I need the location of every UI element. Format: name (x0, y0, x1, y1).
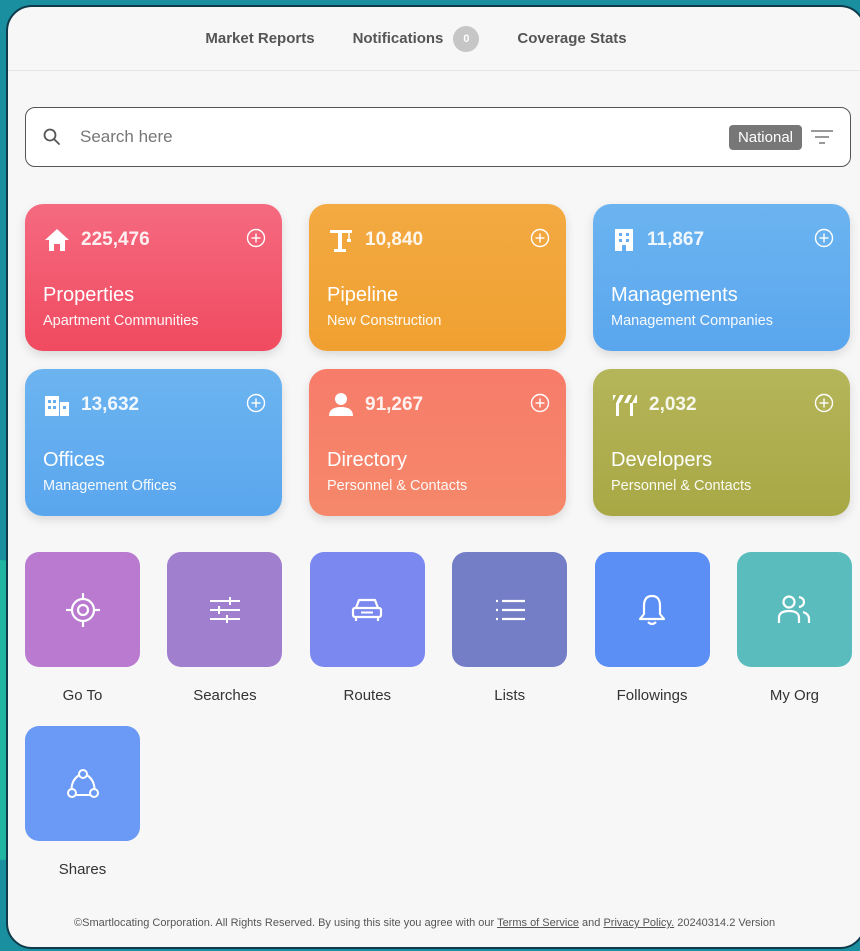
add-circle-icon[interactable] (246, 393, 266, 413)
add-circle-icon[interactable] (814, 228, 834, 248)
nav-coverage-stats[interactable]: Coverage Stats (517, 30, 626, 47)
share-icon (66, 768, 99, 798)
card-title: Directory (327, 449, 408, 471)
card-title: Properties (43, 284, 135, 306)
tile-go-to[interactable]: Go To (25, 552, 140, 704)
target-icon (65, 592, 100, 627)
add-circle-icon[interactable] (530, 393, 550, 413)
card-count: 91,267 (365, 394, 424, 415)
building-icon (615, 229, 633, 251)
card-developers[interactable]: 2,032 Developers Personnel & Contacts (593, 369, 850, 516)
add-circle-icon[interactable] (530, 228, 550, 248)
tile-box[interactable] (25, 552, 140, 667)
card-title: Offices (43, 449, 105, 471)
car-icon (352, 598, 383, 621)
nav-market-reports[interactable]: Market Reports (205, 30, 314, 47)
card-count: 11,867 (647, 229, 705, 250)
tile-label: Followings (616, 687, 688, 704)
card-subtitle: Apartment Communities (43, 313, 199, 329)
card-properties[interactable]: 225,476 Properties Apartment Communities (25, 204, 282, 351)
terms-of-service-link[interactable]: Terms of Service (497, 917, 579, 929)
tile-my-org[interactable]: My Org (736, 552, 852, 704)
tile-label: Searches (193, 687, 257, 704)
footer: ©Smartlocating Corporation. All Rights R… (74, 917, 860, 929)
search-input[interactable] (80, 127, 729, 147)
people-icon (778, 594, 811, 623)
nav-notifications[interactable]: Notifications 0 (352, 25, 480, 52)
list-icon (495, 599, 525, 620)
card-title: Developers (611, 449, 713, 471)
bell-icon (638, 594, 666, 625)
card-subtitle: Personnel & Contacts (327, 478, 468, 494)
card-count: 13,632 (81, 394, 140, 415)
footer-version: 20240314.2 Version (674, 917, 776, 929)
tile-shares[interactable]: Shares (25, 726, 140, 878)
add-circle-icon[interactable] (814, 393, 834, 413)
tile-label: Lists (494, 687, 526, 704)
card-subtitle: Personnel & Contacts (611, 478, 752, 494)
tile-box[interactable] (594, 552, 710, 667)
person-icon (329, 393, 353, 416)
stats-cards: 225,476 Properties Apartment Communities (25, 204, 851, 516)
office-buildings-icon (45, 396, 69, 416)
filter-icon[interactable] (810, 128, 834, 146)
tile-searches[interactable]: Searches (167, 552, 283, 704)
tile-label: Shares (58, 861, 107, 878)
tile-box[interactable] (736, 552, 852, 667)
tile-box[interactable] (452, 552, 568, 667)
add-circle-icon[interactable] (246, 228, 266, 248)
top-navigation: Market Reports Notifications 0 Coverage … (8, 7, 860, 71)
search-bar: National (25, 107, 851, 167)
barrier-icon (612, 395, 637, 416)
privacy-policy-link[interactable]: Privacy Policy. (603, 917, 674, 929)
card-offices[interactable]: 13,632 Offices Management Offices (25, 369, 282, 516)
nav-market-reports-label: Market Reports (205, 30, 315, 47)
crane-icon (330, 230, 352, 252)
notifications-count-badge: 0 (453, 25, 480, 52)
tile-box[interactable] (309, 552, 425, 667)
quick-actions: Go To Searches Routes Lists Followings M… (25, 552, 855, 878)
app-window: Market Reports Notifications 0 Coverage … (6, 5, 860, 949)
nav-coverage-stats-label: Coverage Stats (517, 30, 627, 47)
card-count: 10,840 (365, 229, 424, 250)
card-pipeline[interactable]: 10,840 Pipeline New Construction (309, 204, 566, 351)
card-title: Managements (611, 284, 738, 306)
card-directory[interactable]: 91,267 Directory Personnel & Contacts (309, 369, 566, 516)
footer-copyright: ©Smartlocating Corporation. All Rights R… (74, 917, 498, 929)
footer-and: and (578, 917, 604, 929)
tile-box[interactable] (167, 552, 283, 667)
card-subtitle: Management Offices (43, 478, 177, 494)
card-count: 225,476 (81, 229, 150, 250)
tile-label: Routes (343, 687, 392, 704)
house-icon (45, 229, 69, 251)
scope-badge[interactable]: National (728, 124, 802, 150)
tile-lists[interactable]: Lists (452, 552, 568, 704)
card-count: 2,032 (649, 394, 697, 415)
card-managements[interactable]: 11,867 Managements Management Companies (593, 204, 850, 351)
tile-label: Go To (62, 687, 103, 704)
tile-followings[interactable]: Followings (594, 552, 710, 704)
search-icon (43, 128, 60, 145)
tile-box[interactable] (25, 726, 140, 841)
tile-label: My Org (769, 687, 820, 704)
card-title: Pipeline (327, 284, 399, 306)
sliders-icon (209, 596, 240, 623)
card-subtitle: New Construction (327, 313, 442, 329)
tile-routes[interactable]: Routes (309, 552, 425, 704)
card-subtitle: Management Companies (611, 313, 774, 329)
nav-notifications-label: Notifications (352, 30, 444, 47)
